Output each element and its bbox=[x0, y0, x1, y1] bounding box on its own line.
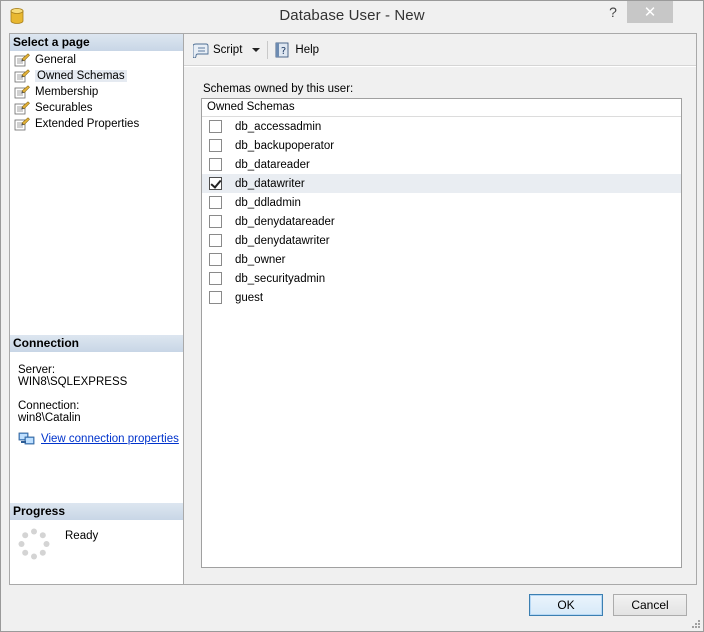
help-button[interactable]: ? Help bbox=[272, 39, 322, 61]
title-bar: Database User - New ? ✕ bbox=[1, 1, 703, 31]
table-row[interactable]: db_datawriter bbox=[202, 174, 681, 193]
server-value: WIN8\SQLEXPRESS bbox=[18, 376, 128, 388]
property-page-icon bbox=[14, 85, 30, 99]
close-button[interactable]: ✕ bbox=[627, 1, 673, 23]
schema-name: db_securityadmin bbox=[235, 272, 326, 285]
page-nav-list: General Owned Schemas Membership Securab… bbox=[12, 52, 183, 132]
script-button[interactable]: Script bbox=[190, 39, 263, 61]
toolbar-separator bbox=[267, 40, 269, 59]
schema-name: db_denydatawriter bbox=[235, 234, 330, 247]
owned-schemas-grid: Owned Schemas db_accessadmin db_backupope… bbox=[201, 98, 682, 568]
property-page-icon bbox=[14, 117, 30, 131]
nav-item-membership[interactable]: Membership bbox=[12, 84, 183, 100]
resize-grip-icon[interactable] bbox=[690, 618, 700, 628]
table-row[interactable]: db_datareader bbox=[202, 155, 681, 174]
select-page-header: Select a page bbox=[10, 34, 183, 51]
table-row[interactable]: db_denydatareader bbox=[202, 212, 681, 231]
schema-checkbox[interactable] bbox=[209, 196, 222, 209]
svg-text:?: ? bbox=[281, 46, 286, 57]
nav-item-owned-schemas[interactable]: Owned Schemas bbox=[12, 68, 183, 84]
schema-name: guest bbox=[235, 291, 264, 304]
connection-value: win8\Catalin bbox=[18, 412, 81, 424]
owned-schemas-page: Schemas owned by this user: Owned Schema… bbox=[184, 67, 696, 584]
left-pane: Select a page General Owned Schemas Memb… bbox=[9, 33, 184, 585]
help-label: Help bbox=[295, 43, 320, 56]
nav-item-label: Extended Properties bbox=[35, 118, 140, 130]
schema-checkbox[interactable] bbox=[209, 158, 222, 171]
table-row[interactable]: db_securityadmin bbox=[202, 269, 681, 288]
view-connection-properties-text[interactable]: View connection properties bbox=[41, 433, 179, 445]
schema-checkbox[interactable] bbox=[209, 177, 222, 190]
connection-info: Connection: win8\Catalin bbox=[18, 400, 81, 424]
progress-header: Progress bbox=[10, 503, 183, 520]
dialog-window: Database User - New ? ✕ Select a page Ge… bbox=[0, 0, 704, 632]
nav-item-label: Securables bbox=[35, 102, 93, 114]
table-row[interactable]: db_owner bbox=[202, 250, 681, 269]
table-row[interactable]: db_ddladmin bbox=[202, 193, 681, 212]
table-row[interactable]: guest bbox=[202, 288, 681, 307]
cancel-button[interactable]: Cancel bbox=[613, 594, 687, 616]
nav-item-label: General bbox=[35, 54, 76, 66]
server-label: Server: bbox=[18, 364, 56, 376]
schema-name: db_accessadmin bbox=[235, 120, 322, 133]
schema-checkbox[interactable] bbox=[209, 215, 222, 228]
help-title-button[interactable]: ? bbox=[599, 1, 627, 23]
progress-text: Ready bbox=[65, 530, 99, 542]
toolbar: Script ? Help bbox=[184, 34, 696, 66]
table-row[interactable]: db_backupoperator bbox=[202, 136, 681, 155]
connection-properties-icon bbox=[18, 432, 35, 445]
script-dropdown-arrow-icon[interactable] bbox=[252, 47, 261, 52]
connection-label: Connection: bbox=[18, 400, 80, 412]
schema-checkbox[interactable] bbox=[209, 120, 222, 133]
progress-spinner-icon bbox=[18, 528, 50, 560]
schema-rows: db_accessadmin db_backupoperator db_datare… bbox=[202, 117, 681, 307]
schemas-caption: Schemas owned by this user: bbox=[203, 83, 354, 95]
schema-name: db_ddladmin bbox=[235, 196, 301, 209]
nav-item-general[interactable]: General bbox=[12, 52, 183, 68]
schema-name: db_backupoperator bbox=[235, 139, 335, 152]
schema-checkbox[interactable] bbox=[209, 234, 222, 247]
property-page-icon bbox=[14, 69, 30, 83]
schema-checkbox[interactable] bbox=[209, 139, 222, 152]
right-pane: Script ? Help Schemas owned by this user… bbox=[183, 33, 697, 585]
progress-status: Ready bbox=[18, 528, 98, 560]
schema-name: db_datawriter bbox=[235, 177, 305, 190]
schema-checkbox[interactable] bbox=[209, 272, 222, 285]
view-connection-properties-link[interactable]: View connection properties bbox=[18, 432, 179, 446]
window-title: Database User - New bbox=[279, 7, 425, 24]
nav-item-securables[interactable]: Securables bbox=[12, 100, 183, 116]
grid-column-header: Owned Schemas bbox=[202, 99, 681, 117]
schema-checkbox[interactable] bbox=[209, 253, 222, 266]
nav-item-extended-properties[interactable]: Extended Properties bbox=[12, 116, 183, 132]
script-label: Script bbox=[213, 43, 243, 56]
ok-button[interactable]: OK bbox=[529, 594, 603, 616]
table-row[interactable]: db_denydatawriter bbox=[202, 231, 681, 250]
nav-item-label: Membership bbox=[35, 86, 99, 98]
schema-checkbox[interactable] bbox=[209, 291, 222, 304]
table-row[interactable]: db_accessadmin bbox=[202, 117, 681, 136]
server-info: Server: WIN8\SQLEXPRESS bbox=[18, 364, 127, 388]
script-icon bbox=[193, 43, 209, 58]
schema-name: db_denydatareader bbox=[235, 215, 335, 228]
schema-name: db_owner bbox=[235, 253, 286, 266]
connection-header: Connection bbox=[10, 335, 183, 352]
nav-item-label: Owned Schemas bbox=[35, 70, 127, 82]
property-page-icon bbox=[14, 101, 30, 115]
property-page-icon bbox=[14, 53, 30, 67]
help-book-icon: ? bbox=[275, 42, 289, 57]
schema-name: db_datareader bbox=[235, 158, 310, 171]
